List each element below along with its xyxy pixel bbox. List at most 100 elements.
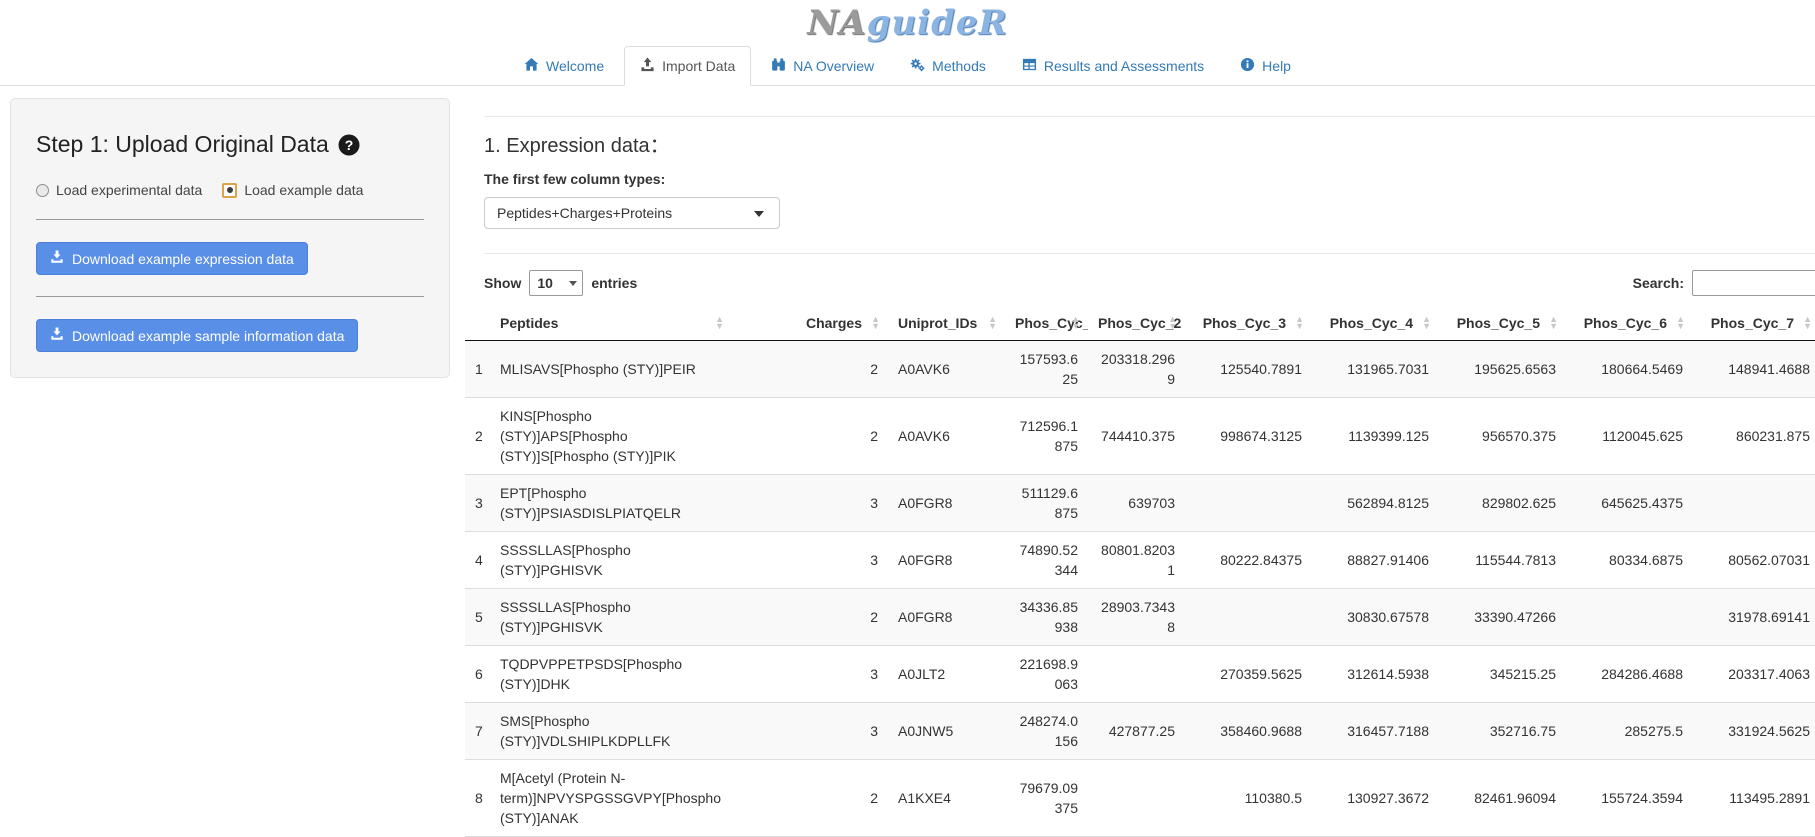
table-cell: A0JLT2 bbox=[888, 646, 1005, 703]
table-cell: 155724.3594 bbox=[1566, 760, 1693, 837]
svg-text:?: ? bbox=[345, 137, 354, 153]
table-cell: 744410.375 bbox=[1088, 398, 1185, 475]
table-cell: TQDPVPPETPSDS[Phospho (STY)]DHK bbox=[490, 646, 732, 703]
question-circle-icon[interactable]: ? bbox=[338, 134, 360, 156]
table-row: 8M[Acetyl (Protein N-term)]NPVYSPGSSGVPY… bbox=[465, 760, 1815, 837]
table-cell: 956570.375 bbox=[1439, 398, 1566, 475]
table-controls: Show 10 entries Search: bbox=[484, 270, 1815, 296]
table-cell: 130927.3672 bbox=[1312, 760, 1439, 837]
table-cell: 221698.9063 bbox=[1005, 646, 1088, 703]
logo-text-na: NA bbox=[807, 3, 866, 43]
download-sample-info-button[interactable]: Download example sample information data bbox=[36, 319, 358, 352]
table-cell: 2 bbox=[732, 589, 888, 646]
upload-original-data-panel: Step 1: Upload Original Data ? Load expe… bbox=[10, 98, 450, 378]
table-cell: 88827.91406 bbox=[1312, 532, 1439, 589]
table-cell: SSSSLLAS[Phospho (STY)]PGHISVK bbox=[490, 532, 732, 589]
import-data-tab-content: 1. Expression data： The first few column… bbox=[465, 86, 1815, 837]
table-cell: 80562.07031 bbox=[1693, 532, 1815, 589]
tab-label: Help bbox=[1262, 58, 1291, 74]
table-row: 4SSSSLLAS[Phospho (STY)]PGHISVK3A0FGR874… bbox=[465, 532, 1815, 589]
column-header-charges[interactable]: Charges▲▼ bbox=[732, 306, 888, 341]
table-cell: 80801.82031 bbox=[1088, 532, 1185, 589]
sort-icon: ▲▼ bbox=[1422, 316, 1431, 330]
table-row: 5SSSSLLAS[Phospho (STY)]PGHISVK2A0FGR834… bbox=[465, 589, 1815, 646]
table-cell: 82461.96094 bbox=[1439, 760, 1566, 837]
tab-methods[interactable]: Methods bbox=[894, 46, 1002, 86]
column-types-select[interactable]: Peptides+Charges+Proteins bbox=[484, 197, 780, 229]
table-cell bbox=[1566, 589, 1693, 646]
table-cell: 80334.6875 bbox=[1566, 532, 1693, 589]
table-cell: 33390.47266 bbox=[1439, 589, 1566, 646]
column-types-selected-value: Peptides+Charges+Proteins bbox=[497, 205, 672, 221]
table-cell: 3 bbox=[732, 532, 888, 589]
table-cell: 3 bbox=[732, 646, 888, 703]
button-label: Download example sample information data bbox=[72, 328, 344, 344]
tab-na-overview[interactable]: NA Overview bbox=[755, 46, 890, 86]
sort-icon: ▲▼ bbox=[1549, 316, 1558, 330]
column-header-phos_cyc_3[interactable]: Phos_Cyc_3▲▼ bbox=[1185, 306, 1312, 341]
column-header-label: Uniprot_IDs bbox=[898, 315, 977, 331]
column-header-phos_cyc_6[interactable]: Phos_Cyc_6▲▼ bbox=[1566, 306, 1693, 341]
download-icon bbox=[50, 250, 64, 267]
tab-label: NA Overview bbox=[793, 58, 874, 74]
column-header-label: Phos_Cyc_4 bbox=[1330, 315, 1413, 331]
upload-icon bbox=[640, 57, 655, 75]
column-header-phos_cyc_7[interactable]: Phos_Cyc_7▲▼ bbox=[1693, 306, 1815, 341]
column-header-peptides[interactable]: Peptides▲▼ bbox=[490, 306, 732, 341]
column-header-uniprot_ids[interactable]: Uniprot_IDs ▲▼ bbox=[888, 306, 1005, 341]
table-cell: 4 bbox=[465, 532, 490, 589]
table-cell: 345215.25 bbox=[1439, 646, 1566, 703]
column-header-phos_cyc_1[interactable]: Phos_Cyc_1▲▼ bbox=[1005, 306, 1088, 341]
sort-icon: ▲▼ bbox=[871, 316, 880, 330]
column-header-label: Phos_Cyc_5 bbox=[1457, 315, 1540, 331]
sidebar-divider bbox=[36, 296, 424, 297]
table-cell: 125540.7891 bbox=[1185, 341, 1312, 398]
radio-selected-icon bbox=[222, 183, 237, 198]
chevron-down-icon bbox=[569, 281, 577, 286]
table-cell: SSSSLLAS[Phospho (STY)]PGHISVK bbox=[490, 589, 732, 646]
table-cell: 248274.0156 bbox=[1005, 703, 1088, 760]
tab-help[interactable]: Help bbox=[1224, 46, 1307, 86]
table-cell: 180664.5469 bbox=[1566, 341, 1693, 398]
table-cell: 3 bbox=[732, 475, 888, 532]
radio-load-example[interactable]: Load example data bbox=[222, 182, 363, 198]
table-cell: 131965.7031 bbox=[1312, 341, 1439, 398]
tab-welcome[interactable]: Welcome bbox=[508, 46, 620, 86]
table-cell: 157593.625 bbox=[1005, 341, 1088, 398]
table-cell: 115544.7813 bbox=[1439, 532, 1566, 589]
table-cell: 7 bbox=[465, 703, 490, 760]
tab-results-assessments[interactable]: Results and Assessments bbox=[1006, 46, 1220, 86]
gears-icon bbox=[910, 57, 925, 75]
table-cell: 2 bbox=[732, 398, 888, 475]
chevron-down-icon bbox=[754, 211, 764, 217]
radio-load-experimental[interactable]: Load experimental data bbox=[36, 182, 202, 198]
table-row: 1MLISAVS[Phospho (STY)]PEIR2A0AVK6157593… bbox=[465, 341, 1815, 398]
column-header-label: Peptides bbox=[500, 315, 558, 331]
column-header-phos_cyc_4[interactable]: Phos_Cyc_4 ▲▼ bbox=[1312, 306, 1439, 341]
sort-icon: ▲▼ bbox=[988, 316, 997, 330]
page-size-select[interactable]: 10 bbox=[529, 270, 583, 296]
table-cell: 331924.5625 bbox=[1693, 703, 1815, 760]
table-cell: 113495.2891 bbox=[1693, 760, 1815, 837]
table-cell: 284286.4688 bbox=[1566, 646, 1693, 703]
table-cell: 352716.75 bbox=[1439, 703, 1566, 760]
download-expression-button[interactable]: Download example expression data bbox=[36, 242, 308, 275]
table-cell: 80222.84375 bbox=[1185, 532, 1312, 589]
table-cell: 28903.73438 bbox=[1088, 589, 1185, 646]
main-tabs: Welcome Import Data NA Overview Methods … bbox=[0, 44, 1815, 86]
table-cell: A0JNW5 bbox=[888, 703, 1005, 760]
table-cell: 79679.09375 bbox=[1005, 760, 1088, 837]
table-cell: 860231.875 bbox=[1693, 398, 1815, 475]
step1-title: Step 1: Upload Original Data ? bbox=[36, 131, 424, 158]
search-input[interactable] bbox=[1692, 270, 1815, 296]
table-cell bbox=[1088, 760, 1185, 837]
column-header-phos_cyc_2[interactable]: Phos_Cyc_2▲▼ bbox=[1088, 306, 1185, 341]
tab-import-data[interactable]: Import Data bbox=[624, 46, 751, 86]
column-header-phos_cyc_5[interactable]: Phos_Cyc_5 ▲▼ bbox=[1439, 306, 1566, 341]
table-cell: 998674.3125 bbox=[1185, 398, 1312, 475]
table-cell: 285275.5 bbox=[1566, 703, 1693, 760]
table-cell bbox=[1693, 475, 1815, 532]
table-cell: 1120045.625 bbox=[1566, 398, 1693, 475]
table-cell: 358460.9688 bbox=[1185, 703, 1312, 760]
table-cell: 427877.25 bbox=[1088, 703, 1185, 760]
